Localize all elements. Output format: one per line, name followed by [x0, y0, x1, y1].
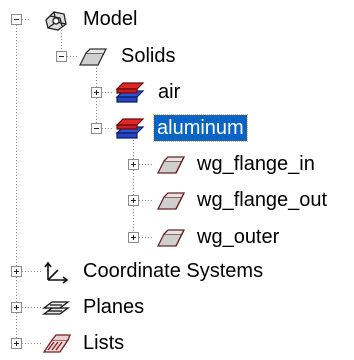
coordinate-systems-expand-toggle[interactable] — [11, 266, 22, 277]
solids-collapse-toggle[interactable] — [56, 51, 67, 62]
wg-flange-in-expand-toggle[interactable] — [128, 159, 139, 170]
model-tree: Model Solids air aluminum wg_flange_in w… — [0, 0, 354, 360]
tree-label-aluminum[interactable]: aluminum — [153, 114, 248, 142]
tree-label-air[interactable]: air — [155, 79, 183, 105]
planes-icon — [42, 301, 70, 315]
wg-flange-out-expand-toggle[interactable] — [128, 195, 139, 206]
tree-label-lists[interactable]: Lists — [80, 330, 127, 356]
lists-icon — [42, 334, 71, 353]
lists-expand-toggle[interactable] — [11, 338, 22, 349]
material-icon — [115, 82, 145, 103]
wg-outer-expand-toggle[interactable] — [128, 232, 139, 243]
planes-expand-toggle[interactable] — [11, 302, 22, 313]
tree-label-wg-flange-out[interactable]: wg_flange_out — [194, 187, 330, 213]
material-icon — [115, 118, 145, 139]
coordinate-axes-icon — [44, 261, 69, 284]
solid-part-icon — [156, 192, 186, 210]
tree-label-wg-outer[interactable]: wg_outer — [194, 224, 282, 250]
tree-label-solids[interactable]: Solids — [118, 43, 178, 69]
air-expand-toggle[interactable] — [91, 87, 102, 98]
aluminum-collapse-toggle[interactable] — [91, 123, 102, 134]
solid-part-icon — [156, 229, 186, 247]
tree-label-wg-flange-in[interactable]: wg_flange_in — [194, 151, 318, 177]
solid-part-icon — [156, 156, 186, 174]
tree-label-planes[interactable]: Planes — [80, 294, 147, 320]
solid-folder-icon — [78, 48, 108, 66]
tree-label-model[interactable]: Model — [80, 6, 140, 32]
model-icon — [45, 11, 67, 31]
model-collapse-toggle[interactable] — [11, 14, 22, 25]
tree-label-coordinate-systems[interactable]: Coordinate Systems — [80, 258, 266, 284]
